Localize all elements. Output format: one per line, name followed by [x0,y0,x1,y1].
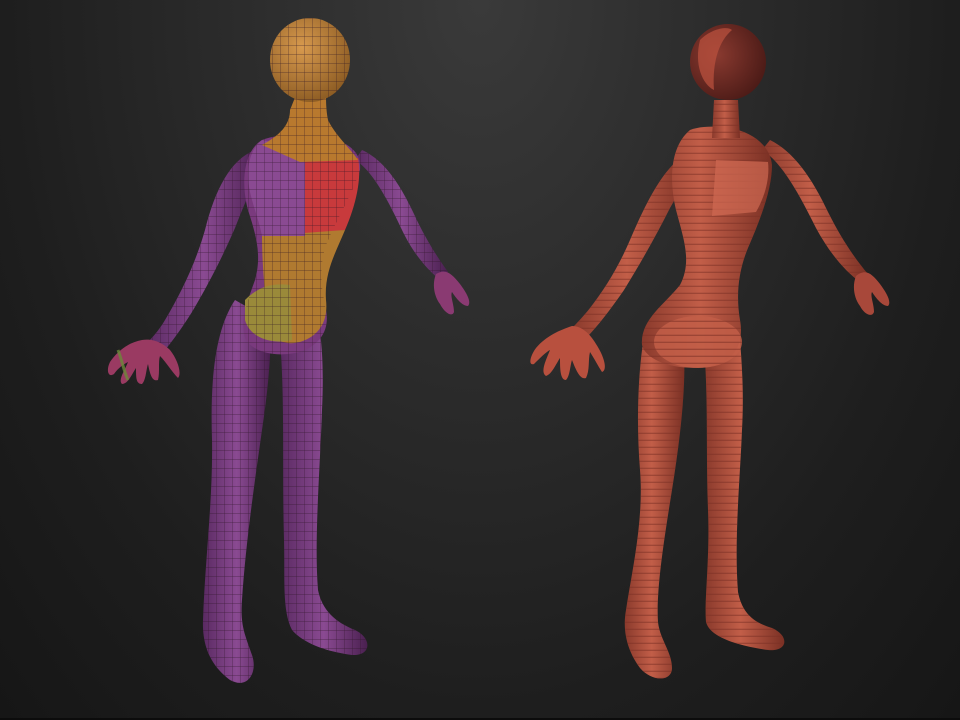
right-figure-leg-right-bands [705,340,785,651]
left-figure-hand-right [433,271,470,315]
right-figure-neck-bands [712,100,740,138]
polygroup-wireframe-figure[interactable] [107,18,470,683]
left-figure-torso-wire [243,134,361,355]
right-figure-leg-left-bands [624,330,685,679]
left-figure-hand-left [107,339,180,384]
left-figure-leg-right-wire [280,320,368,656]
left-figure-head-wire [270,18,350,102]
viewport-canvas[interactable] [0,0,960,720]
left-figure-arm-right-wire [355,150,448,280]
right-figure-hand-left [530,326,605,380]
right-figure-hand-right [853,272,890,315]
left-figure-leg-left-wire [202,300,271,683]
right-figure-arm-right-bands [762,140,868,282]
right-figure-hip-bands [654,316,742,368]
3d-viewport[interactable] [0,0,960,720]
zsphere-skin-figure[interactable] [530,24,890,679]
